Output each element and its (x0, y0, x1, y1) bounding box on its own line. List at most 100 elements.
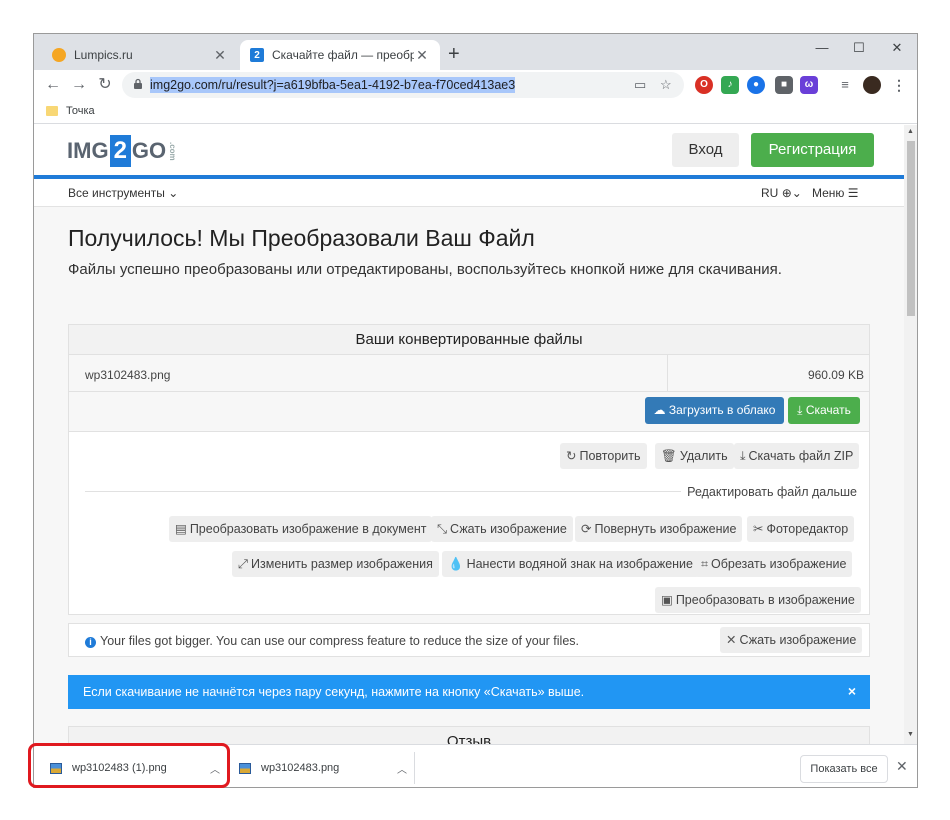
chevron-up-icon[interactable]: ︿ (397, 761, 407, 776)
page-content: IMG 2 GO .com Вход Регистрация Все инстр… (34, 125, 904, 744)
window-close-button[interactable]: ✕ (879, 40, 915, 56)
droplet-icon: 💧 (448, 557, 464, 571)
tool-compress-image[interactable]: ⤡ Сжать изображение (431, 516, 573, 542)
tool-label: Фоторедактор (766, 522, 849, 536)
file-size: 960.09 KB (807, 368, 864, 382)
scroll-up-icon[interactable]: ▲ (907, 128, 914, 135)
new-tab-button[interactable]: + (448, 44, 460, 64)
language-selector[interactable]: RU ⊕⌄ (761, 186, 802, 200)
rotate-icon: ⟳ (581, 522, 592, 536)
tool-label: Сжать изображение (450, 522, 567, 536)
show-all-downloads-button[interactable]: Показать все (800, 755, 888, 783)
media-control-icon[interactable]: ≡ (836, 76, 854, 94)
scrollbar-thumb[interactable] (907, 141, 915, 316)
info-icon: i (85, 637, 96, 648)
logo-text-img: IMG (67, 138, 109, 163)
extension-vpn-icon[interactable]: ● (747, 76, 765, 94)
page-scrollbar[interactable]: ▲ ▼ (904, 125, 917, 744)
shelf-divider (414, 752, 415, 784)
bookmark-label: Точка (66, 105, 95, 117)
back-arrow-icon[interactable]: ← (42, 74, 64, 96)
delete-button[interactable]: 🗑 Удалить (655, 443, 734, 469)
download-icon: ⤓ (740, 449, 746, 463)
upload-cloud-button[interactable]: ☁ Загрузить в облако (645, 397, 784, 424)
file-row-divider (667, 355, 668, 391)
tool-convert-to-document[interactable]: ▤ Преобразовать изображение в документ (169, 516, 433, 542)
all-tools-dropdown[interactable]: Все инструменты ⌄ (68, 186, 178, 200)
extension-adblock-icon[interactable]: O (695, 76, 713, 94)
maximize-button[interactable]: ☐ (841, 40, 877, 56)
tool-convert-to-image[interactable]: ▣ Преобразовать в изображение (655, 587, 861, 613)
extension-cube-icon[interactable]: ■ (775, 76, 793, 94)
resize-icon: ⤢ (238, 557, 249, 571)
address-bar[interactable]: img2go.com/ru/result?j=a619bfba-5ea1-419… (122, 72, 684, 98)
download-item[interactable]: wp3102483.png ︿ (239, 753, 407, 783)
compress-image-button[interactable]: ✕ Сжать изображение (720, 627, 863, 653)
reload-icon[interactable]: ↻ (94, 74, 116, 96)
browser-toolbar: ← → ↻ img2go.com/ru/result?j=a619bfba-5e… (34, 70, 917, 100)
tools-icon: ✂ (753, 522, 764, 536)
compress-image-label: Сжать изображение (739, 633, 857, 647)
tool-rotate-image[interactable]: ⟳ Повернуть изображение (575, 516, 743, 542)
upload-cloud-label: Загрузить в облако (668, 403, 776, 417)
edit-further-label: Редактировать файл дальше (681, 485, 857, 499)
trash-icon: 🗑 (661, 449, 677, 463)
file-actions-row: ☁ Загрузить в облако ⤓ Скачать (69, 392, 869, 432)
file-name: wp3102483.png (85, 368, 171, 382)
cast-icon[interactable]: ▭ (634, 77, 646, 93)
profile-avatar[interactable] (863, 76, 881, 94)
tool-crop-image[interactable]: ⌗ Обрезать изображение (695, 551, 853, 577)
tool-label: Изменить размер изображения (251, 557, 433, 571)
logo-text-2: 2 (109, 135, 131, 167)
minimize-button[interactable]: — (804, 40, 840, 55)
chevron-down-icon: ⌄ (791, 186, 802, 200)
register-button[interactable]: Регистрация (751, 133, 874, 167)
download-zip-button[interactable]: ⤓ Скачать файл ZIP (734, 443, 860, 469)
cloud-upload-icon: ☁ (653, 403, 666, 417)
bookmark-star-icon[interactable]: ☆ (660, 77, 672, 93)
alert-close-icon[interactable]: × (848, 683, 856, 699)
tool-label: Преобразовать изображение в документ (189, 522, 427, 536)
page-title: Получилось! Мы Преобразовали Ваш Файл (68, 225, 535, 251)
close-tab-icon[interactable]: ✕ (212, 47, 228, 64)
close-shelf-icon[interactable]: ✕ (896, 758, 908, 775)
download-file-name: wp3102483.png (261, 762, 340, 774)
tool-watermark[interactable]: 💧 Нанести водяной знак на изображение (442, 551, 699, 577)
hamburger-icon: ☰ (847, 186, 859, 200)
file-row: wp3102483.png 960.09 KB (69, 355, 869, 392)
login-button[interactable]: Вход (672, 133, 739, 167)
tool-resize-image[interactable]: ⤢ Изменить размер изображения (232, 551, 439, 577)
retry-button[interactable]: ↻ Повторить (560, 443, 647, 469)
chevron-down-icon: ⌄ (168, 186, 179, 200)
retry-label: Повторить (579, 449, 641, 463)
bookmark-folder-tochka[interactable]: Точка (46, 105, 95, 117)
download-button[interactable]: ⤓ Скачать (788, 397, 860, 424)
language-label: RU (761, 186, 779, 200)
download-label: Скачать (805, 403, 851, 417)
tool-photo-editor[interactable]: ✂ Фоторедактор (747, 516, 855, 542)
extension-purple-icon[interactable]: ω (800, 76, 818, 94)
more-menu-icon[interactable]: ⋮ (890, 76, 908, 94)
retry-icon: ↻ (566, 449, 577, 463)
tab-img2go[interactable]: 2 Скачайте файл — преобразова ✕ (240, 40, 440, 70)
tab-title: Скачайте файл — преобразова (272, 48, 414, 62)
folder-icon (46, 106, 58, 116)
logo-text-com: .com (168, 141, 178, 161)
img2go-logo[interactable]: IMG 2 GO .com (67, 135, 177, 167)
url-text[interactable]: img2go.com/ru/result?j=a619bfba-5ea1-419… (150, 77, 516, 93)
document-icon: ▤ (175, 522, 187, 536)
tool-label: Преобразовать в изображение (675, 593, 855, 607)
crop-icon: ⌗ (701, 557, 709, 571)
tool-label: Повернуть изображение (594, 522, 737, 536)
lock-icon (134, 78, 142, 89)
forward-arrow-icon[interactable]: → (68, 74, 90, 96)
tab-strip: Lumpics.ru ✕ 2 Скачайте файл — преобразо… (34, 34, 917, 70)
tab-lumpics[interactable]: Lumpics.ru ✕ (42, 40, 238, 70)
menu-button[interactable]: Меню ☰ (812, 186, 859, 200)
extension-music-icon[interactable]: ♪ (721, 76, 739, 94)
menu-label: Меню (812, 186, 845, 200)
download-icon: ⤓ (797, 403, 803, 417)
sub-navigation: Все инструменты ⌄ RU ⊕⌄ Меню ☰ (34, 179, 904, 207)
close-tab-icon[interactable]: ✕ (414, 47, 430, 64)
scroll-down-icon[interactable]: ▼ (907, 731, 914, 738)
